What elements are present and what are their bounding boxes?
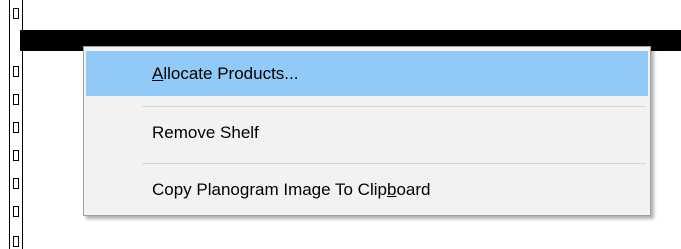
context-menu: Allocate Products... Remove Shelf Copy P… — [83, 46, 651, 216]
menu-separator — [142, 106, 646, 107]
menu-item-remove-shelf[interactable]: Remove Shelf — [86, 110, 648, 155]
rail-slot — [13, 66, 19, 77]
rail-slot — [13, 122, 19, 133]
menu-item-copy-planogram-image[interactable]: Copy Planogram Image To Clipboard — [86, 167, 648, 212]
menu-item-label: Copy Planogram Image To Clipboard — [152, 179, 431, 199]
planogram-canvas[interactable]: Allocate Products... Remove Shelf Copy P… — [0, 0, 681, 249]
menu-separator — [142, 163, 646, 164]
menu-item-label: Remove Shelf — [152, 122, 259, 142]
rail-slot — [13, 8, 19, 19]
rail-slot — [13, 178, 19, 189]
rail-slot — [13, 94, 19, 105]
menu-item-allocate-products[interactable]: Allocate Products... — [86, 51, 648, 96]
rail-slot — [13, 236, 19, 247]
rail-slot — [13, 206, 19, 217]
rail-edge-left — [9, 0, 10, 249]
rail-slot — [13, 150, 19, 161]
menu-item-label: Allocate Products... — [152, 63, 299, 83]
